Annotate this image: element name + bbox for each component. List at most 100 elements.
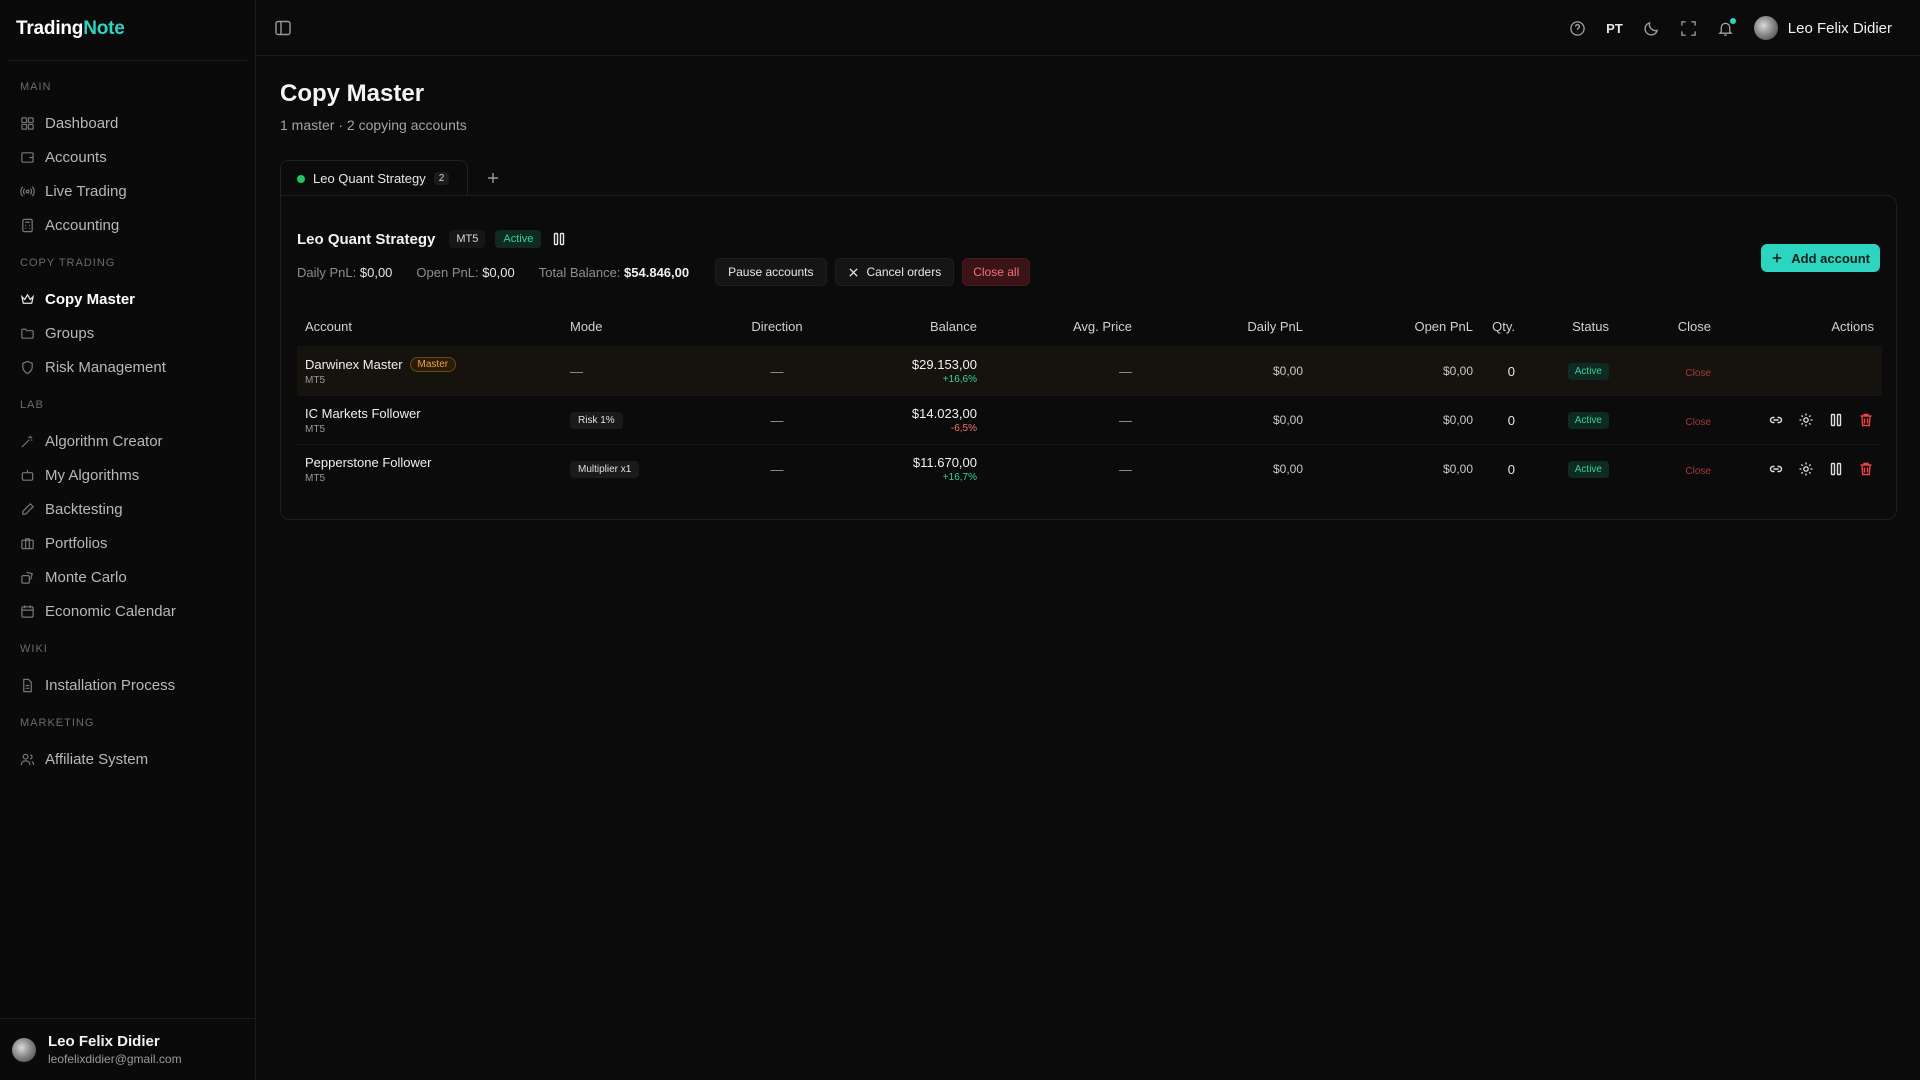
column-header-avg-price: Avg. Price <box>1072 318 1132 334</box>
link-icon[interactable] <box>1768 461 1784 477</box>
button-label: Close all <box>973 265 1020 279</box>
pause-icon[interactable] <box>1828 461 1844 477</box>
actions-cell <box>1711 461 1882 477</box>
actions-cell <box>1711 412 1882 428</box>
column-header-qty: Qty. <box>1492 318 1515 334</box>
master-badge: Master <box>409 356 457 372</box>
sidebar-item-affiliate-system[interactable]: Affiliate System <box>0 742 256 776</box>
close-position-button[interactable]: Close <box>1685 368 1711 379</box>
column-header-mode: Mode <box>570 318 603 334</box>
total-balance-label: Total Balance: <box>538 264 621 280</box>
pause-accounts-button[interactable]: Pause accounts <box>715 258 827 286</box>
column-header-balance: Balance <box>930 318 977 334</box>
bulk-actions: Pause accounts Cancel orders Close all <box>715 258 1031 286</box>
gear-icon[interactable] <box>1798 461 1814 477</box>
sidebar-toggle-icon[interactable] <box>274 19 292 37</box>
daily-pnl-cell: $0,00 <box>1272 462 1303 476</box>
language-switch[interactable]: PT <box>1606 21 1623 36</box>
sidebar-item-accounts[interactable]: Accounts <box>0 140 256 174</box>
gear-icon[interactable] <box>1798 412 1814 428</box>
sidebar-item-installation-process[interactable]: Installation Process <box>0 668 256 702</box>
close-all-button[interactable]: Close all <box>962 258 1031 286</box>
qty-cell: 0 <box>1507 363 1515 379</box>
table-row: Darwinex Master Master MT5 — — $29.153,0… <box>297 346 1882 395</box>
direction-cell: — <box>770 461 784 477</box>
open-pnl-cell: $0,00 <box>1442 462 1473 476</box>
balance-value: $14.023,00 <box>911 406 977 421</box>
balance-cell: $11.670,00 +16,7% <box>847 455 977 483</box>
table-row: Pepperstone Follower MT5 Multiplier x1 —… <box>297 444 1882 493</box>
daily-pnl-label: Daily PnL: <box>297 264 357 280</box>
strategy-header: Leo Quant Strategy MT5 Active <box>297 230 567 248</box>
sidebar-item-label: Affiliate System <box>45 750 149 768</box>
cancel-orders-button[interactable]: Cancel orders <box>834 258 955 286</box>
section-label-wiki: WIKI <box>20 643 48 655</box>
balance-change: -6,5% <box>950 423 977 434</box>
trash-icon[interactable] <box>1858 412 1874 428</box>
pause-icon[interactable] <box>551 231 567 247</box>
sidebar-item-economic-calendar[interactable]: Economic Calendar <box>0 594 256 628</box>
sidebar-item-my-algorithms[interactable]: My Algorithms <box>0 458 256 492</box>
balance-value: $29.153,00 <box>911 357 977 372</box>
sidebar-item-copy-master[interactable]: Copy Master <box>0 282 256 316</box>
sidebar-item-portfolios[interactable]: Portfolios <box>0 526 256 560</box>
mode-cell: — <box>570 363 583 379</box>
sidebar-item-dashboard[interactable]: Dashboard <box>0 106 256 140</box>
account-platform: MT5 <box>305 374 325 386</box>
nav-section-copy-trading: COPY TRADING Copy Master Groups Risk Man… <box>0 254 256 384</box>
mode-badge: Risk 1% <box>570 412 623 429</box>
account-name: IC Markets Follower <box>305 405 421 421</box>
balance-value: $11.670,00 <box>912 455 977 470</box>
sidebar-item-live-trading[interactable]: Live Trading <box>0 174 256 208</box>
topbar-actions: PT Leo Felix Didier <box>1569 0 1892 56</box>
sidebar-item-algorithm-creator[interactable]: Algorithm Creator <box>0 424 256 458</box>
status-badge: Active <box>495 230 542 248</box>
user-menu[interactable]: Leo Felix Didier <box>1753 16 1892 40</box>
sidebar-item-label: Monte Carlo <box>45 568 127 586</box>
status-cell: Active <box>1515 411 1609 429</box>
sidebar-item-accounting[interactable]: Accounting <box>0 208 256 242</box>
column-header-direction: Direction <box>751 318 803 334</box>
folder-icon <box>21 328 34 339</box>
sidebar-item-label: Live Trading <box>45 182 127 200</box>
column-header-account: Account <box>305 318 352 334</box>
total-balance-value: $54.846,00 <box>624 264 690 280</box>
topbar: PT Leo Felix Didier <box>256 0 1920 56</box>
section-label-main: MAIN <box>20 81 52 93</box>
page-subtitle: 1 master · 2 copying accounts <box>280 117 467 133</box>
wallet-icon <box>21 151 34 163</box>
status-badge: Active <box>1567 363 1609 380</box>
logo-text-primary: Trading <box>16 18 84 39</box>
logo-text-accent: Note <box>83 18 125 39</box>
notifications-button[interactable] <box>1717 17 1736 37</box>
trash-icon[interactable] <box>1858 461 1874 477</box>
close-position-button[interactable]: Close <box>1685 417 1711 428</box>
add-account-button[interactable]: Add account <box>1761 244 1880 272</box>
user-profile[interactable]: Leo Felix Didier leofelixdidier@gmail.co… <box>0 1018 256 1080</box>
fullscreen-icon[interactable] <box>1680 20 1697 37</box>
nav-section-wiki: WIKI Installation Process <box>0 640 256 702</box>
sidebar-item-label: Portfolios <box>45 534 108 552</box>
tab-leo-quant-strategy[interactable]: Leo Quant Strategy 2 <box>280 160 469 196</box>
close-position-button[interactable]: Close <box>1685 466 1711 477</box>
sidebar-item-backtesting[interactable]: Backtesting <box>0 492 256 526</box>
document-icon <box>23 678 32 692</box>
app-logo[interactable]: TradingNote <box>16 18 125 40</box>
status-badge: Active <box>1567 461 1609 478</box>
strategy-tabs: Leo Quant Strategy 2 <box>280 160 510 196</box>
sidebar-item-groups[interactable]: Groups <box>0 316 256 350</box>
account-name-line: Darwinex Master Master <box>305 356 570 372</box>
column-header-open-pnl: Open PnL <box>1414 318 1473 334</box>
user-email: leofelixdidier@gmail.com <box>48 1052 182 1066</box>
sidebar-item-monte-carlo[interactable]: Monte Carlo <box>0 560 256 594</box>
moon-icon[interactable] <box>1643 20 1660 37</box>
close-cell: Close <box>1609 413 1711 428</box>
add-tab-button[interactable] <box>476 161 510 195</box>
sidebar-item-risk-management[interactable]: Risk Management <box>0 350 256 384</box>
help-icon[interactable] <box>1569 20 1586 37</box>
section-label-marketing: MARKETING <box>20 717 95 729</box>
column-header-status: Status <box>1572 318 1609 334</box>
link-icon[interactable] <box>1768 412 1784 428</box>
pause-icon[interactable] <box>1828 412 1844 428</box>
calendar-icon <box>21 604 34 618</box>
